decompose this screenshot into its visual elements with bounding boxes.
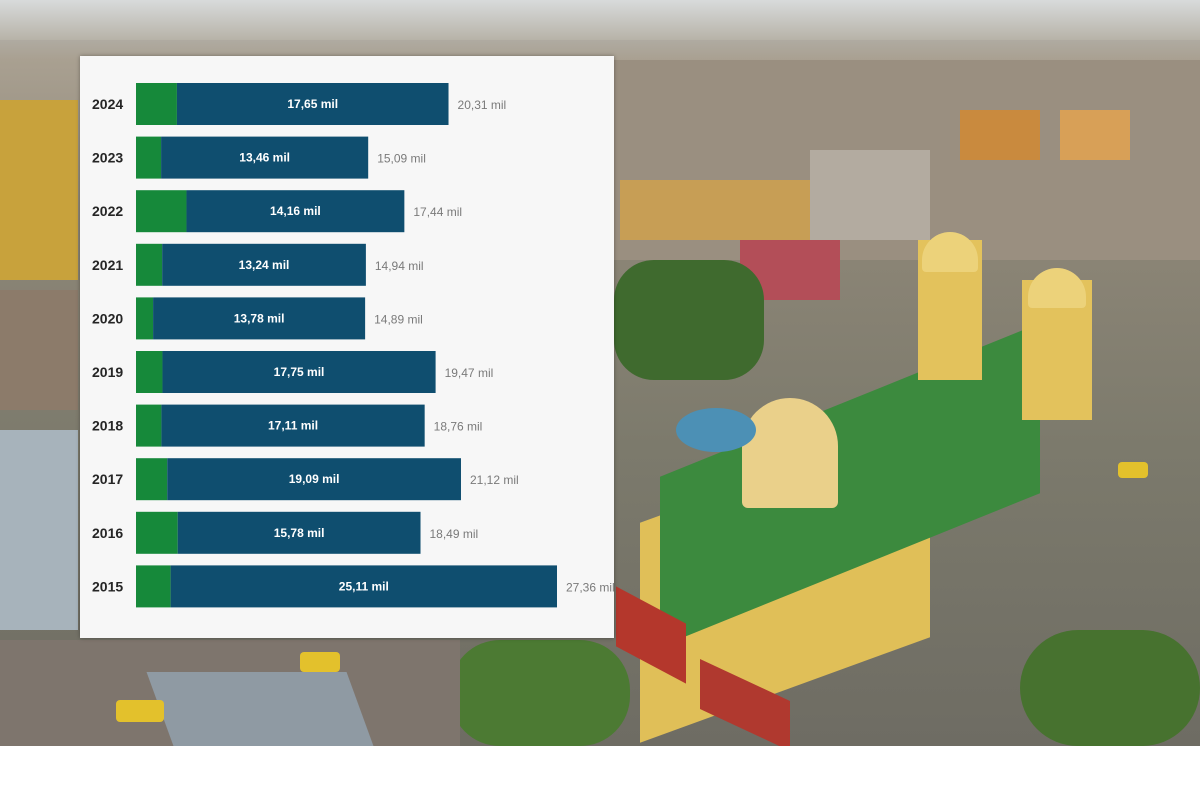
bar-segment-green — [136, 136, 162, 179]
bar-segment-green — [136, 511, 178, 554]
chart-panel: 2024 17,65 mil 20,31 mil 2023 13,46 mil 15,09… — [80, 56, 614, 638]
year-label: 2023 — [92, 150, 123, 166]
bar-total-label: 14,89 mil — [374, 312, 423, 326]
bar-total-label: 18,49 mil — [430, 527, 479, 541]
bar-segment-green — [136, 83, 177, 125]
year-label: 2017 — [92, 471, 123, 487]
bar-total-label: 19,47 mil — [445, 366, 494, 380]
bar-total-label: 21,12 mil — [470, 473, 519, 487]
bar-value-label: 15,78 mil — [274, 526, 325, 540]
bar-value-label: 17,75 mil — [274, 365, 325, 379]
year-label: 2016 — [92, 525, 123, 541]
year-label: 2018 — [92, 418, 123, 434]
bar-total-label: 15,09 mil — [377, 152, 426, 166]
bar-value-label: 17,11 mil — [268, 419, 318, 433]
bar-value-label: 13,24 mil — [239, 258, 290, 272]
year-label: 2020 — [92, 310, 123, 326]
bar-value-label: 19,09 mil — [289, 472, 340, 486]
bar-total-label: 14,94 mil — [375, 259, 424, 273]
bar-segment-green — [136, 458, 168, 501]
bar-segment-green — [136, 565, 171, 608]
bar-value-label: 14,16 mil — [270, 204, 321, 218]
year-label: 2022 — [92, 203, 123, 219]
year-label: 2019 — [92, 364, 123, 380]
year-label: 2021 — [92, 257, 123, 273]
bar-value-label: 17,65 mil — [287, 97, 338, 111]
bar-segment-green — [136, 190, 187, 233]
bar-total-label: 17,44 mil — [413, 205, 462, 219]
bar-total-label: 27,36 mil — [566, 580, 614, 594]
bar-segment-green — [136, 404, 162, 447]
bar-segment-green — [136, 243, 163, 286]
bar-total-label: 20,31 mil — [458, 98, 507, 112]
bar-chart: 2024 17,65 mil 20,31 mil 2023 13,46 mil 15,09… — [92, 83, 614, 608]
bar-value-label: 13,46 mil — [239, 151, 290, 165]
bar-segment-green — [136, 351, 163, 393]
bar-segment-green — [136, 297, 154, 340]
year-label: 2015 — [92, 578, 123, 594]
year-label: 2024 — [92, 96, 123, 112]
bar-value-label: 25,11 mil — [339, 579, 389, 593]
bar-total-label: 18,76 mil — [434, 420, 483, 434]
bar-value-label: 13,78 mil — [234, 311, 285, 325]
